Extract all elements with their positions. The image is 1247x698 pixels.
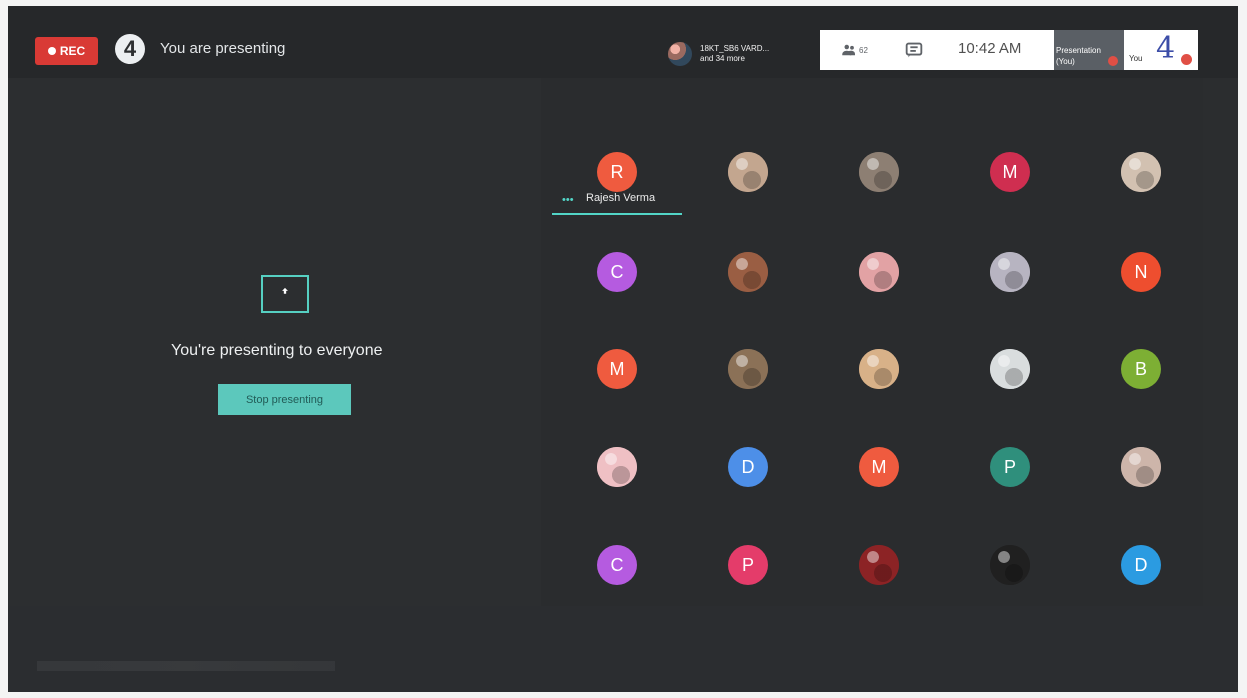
presentation-thumbnail[interactable]: Presentation (You): [1054, 30, 1124, 70]
participant-avatar-photo[interactable]: [859, 252, 899, 292]
stop-presenting-button[interactable]: Stop presenting: [218, 384, 351, 415]
self-tile[interactable]: You 4: [1125, 30, 1198, 70]
participant-avatar-photo[interactable]: [990, 349, 1030, 389]
meeting-screen: REC 4 You are presenting 18KT_SB6 VARD..…: [8, 6, 1238, 692]
self-label: You: [1129, 54, 1143, 63]
participant-initial: B: [1134, 358, 1147, 379]
presentation-pane: You're presenting to everyone Stop prese…: [8, 78, 548, 692]
participant-summary-text: 18KT_SB6 VARD... and 34 more: [700, 44, 769, 64]
participant-photo: [990, 349, 1030, 389]
participant-photo: [728, 152, 768, 192]
participant-initial: M: [871, 456, 887, 477]
participants-avatar: [668, 42, 692, 66]
participant-photo: [859, 252, 899, 292]
participant-avatar-letter[interactable]: M: [990, 152, 1030, 192]
speaking-indicator: •••: [562, 194, 574, 206]
people-button[interactable]: 62: [840, 38, 874, 62]
participant-avatar-photo[interactable]: [728, 252, 768, 292]
participant-avatar-photo[interactable]: [859, 545, 899, 585]
participant-avatar-photo[interactable]: [1121, 152, 1161, 192]
speaker-name: Rajesh Verma: [586, 192, 656, 204]
top-bar: REC 4 You are presenting 18KT_SB6 VARD..…: [8, 6, 1238, 78]
participant-avatar-photo[interactable]: [1121, 447, 1161, 487]
participant-photo: [859, 545, 899, 585]
chat-icon: [905, 42, 923, 58]
participant-avatar-letter[interactable]: D: [728, 447, 768, 487]
participant-avatar-photo[interactable]: [728, 152, 768, 192]
participant-initial: P: [741, 554, 754, 575]
participant-photo: [728, 252, 768, 292]
participant-initial: D: [1134, 554, 1148, 575]
participant-avatar-photo[interactable]: [597, 447, 637, 487]
participant-initial: C: [610, 261, 624, 282]
participant-photo: [1121, 152, 1161, 192]
bottom-noise-bar: [37, 661, 335, 671]
participant-initial: C: [610, 554, 624, 575]
participant-avatar-letter[interactable]: R: [597, 152, 637, 192]
channel-logo: 4: [115, 34, 145, 64]
participant-photo: [597, 447, 637, 487]
participant-photo: [990, 252, 1030, 292]
presentation-label: Presentation: [1056, 46, 1101, 55]
participant-initial: D: [741, 456, 755, 477]
active-speaker-label: ••• Rajesh Verma: [552, 192, 682, 222]
participant-initial: M: [1002, 161, 1018, 182]
participant-more: and 34 more: [700, 54, 745, 63]
self-badge: 4: [1156, 31, 1176, 66]
presenting-message: You're presenting to everyone: [171, 342, 383, 359]
chat-button[interactable]: [903, 39, 925, 61]
participant-avatar-letter[interactable]: B: [1121, 349, 1161, 389]
participant-initial: P: [1003, 456, 1016, 477]
participant-avatar-letter[interactable]: C: [597, 252, 637, 292]
participant-avatar-letter[interactable]: D: [1121, 545, 1161, 585]
participant-summary[interactable]: 18KT_SB6 VARD... and 34 more: [668, 37, 808, 71]
participant-photo: [859, 152, 899, 192]
bottom-strip: [8, 606, 1238, 692]
channel-logo-glyph: 4: [123, 36, 137, 61]
present-screen-icon: [261, 275, 309, 313]
participant-photo: [728, 349, 768, 389]
participant-avatar-letter[interactable]: M: [859, 447, 899, 487]
participant-avatar-photo[interactable]: [990, 252, 1030, 292]
meeting-clock: 10:42 AM: [958, 40, 1022, 57]
presenting-status: You are presenting: [160, 40, 286, 57]
recording-dot-icon: [47, 47, 56, 55]
participant-avatar-letter[interactable]: C: [597, 545, 637, 585]
participant-avatar-photo[interactable]: [859, 152, 899, 192]
participant-photo: [1121, 447, 1161, 487]
participant-avatar-letter[interactable]: M: [597, 349, 637, 389]
participant-initial: N: [1134, 261, 1148, 282]
people-count: 62: [859, 45, 868, 55]
participant-grid: ••• Rajesh Verma R M C N M B D M P C P D: [541, 78, 1203, 608]
speaker-underline: [552, 213, 682, 215]
participant-avatar-photo[interactable]: [859, 349, 899, 389]
presentation-mic-off-icon: [1108, 56, 1118, 66]
participant-photo: [859, 349, 899, 389]
participant-avatar-photo[interactable]: [728, 349, 768, 389]
participant-avatar-letter[interactable]: P: [990, 447, 1030, 487]
participant-avatar-letter[interactable]: P: [728, 545, 768, 585]
participant-names: 18KT_SB6 VARD...: [700, 44, 770, 53]
recording-label: REC: [59, 44, 86, 58]
people-icon: [842, 44, 855, 56]
participant-photo: [990, 545, 1030, 585]
participant-initial: M: [609, 358, 625, 379]
upload-arrow-icon: [282, 287, 288, 294]
recording-badge: REC: [35, 37, 98, 65]
self-mic-off-icon: [1181, 54, 1192, 65]
participant-avatar-letter[interactable]: N: [1121, 252, 1161, 292]
participant-avatar-photo[interactable]: [990, 545, 1030, 585]
presentation-owner-label: (You): [1056, 57, 1075, 66]
participant-initial: R: [610, 161, 624, 182]
